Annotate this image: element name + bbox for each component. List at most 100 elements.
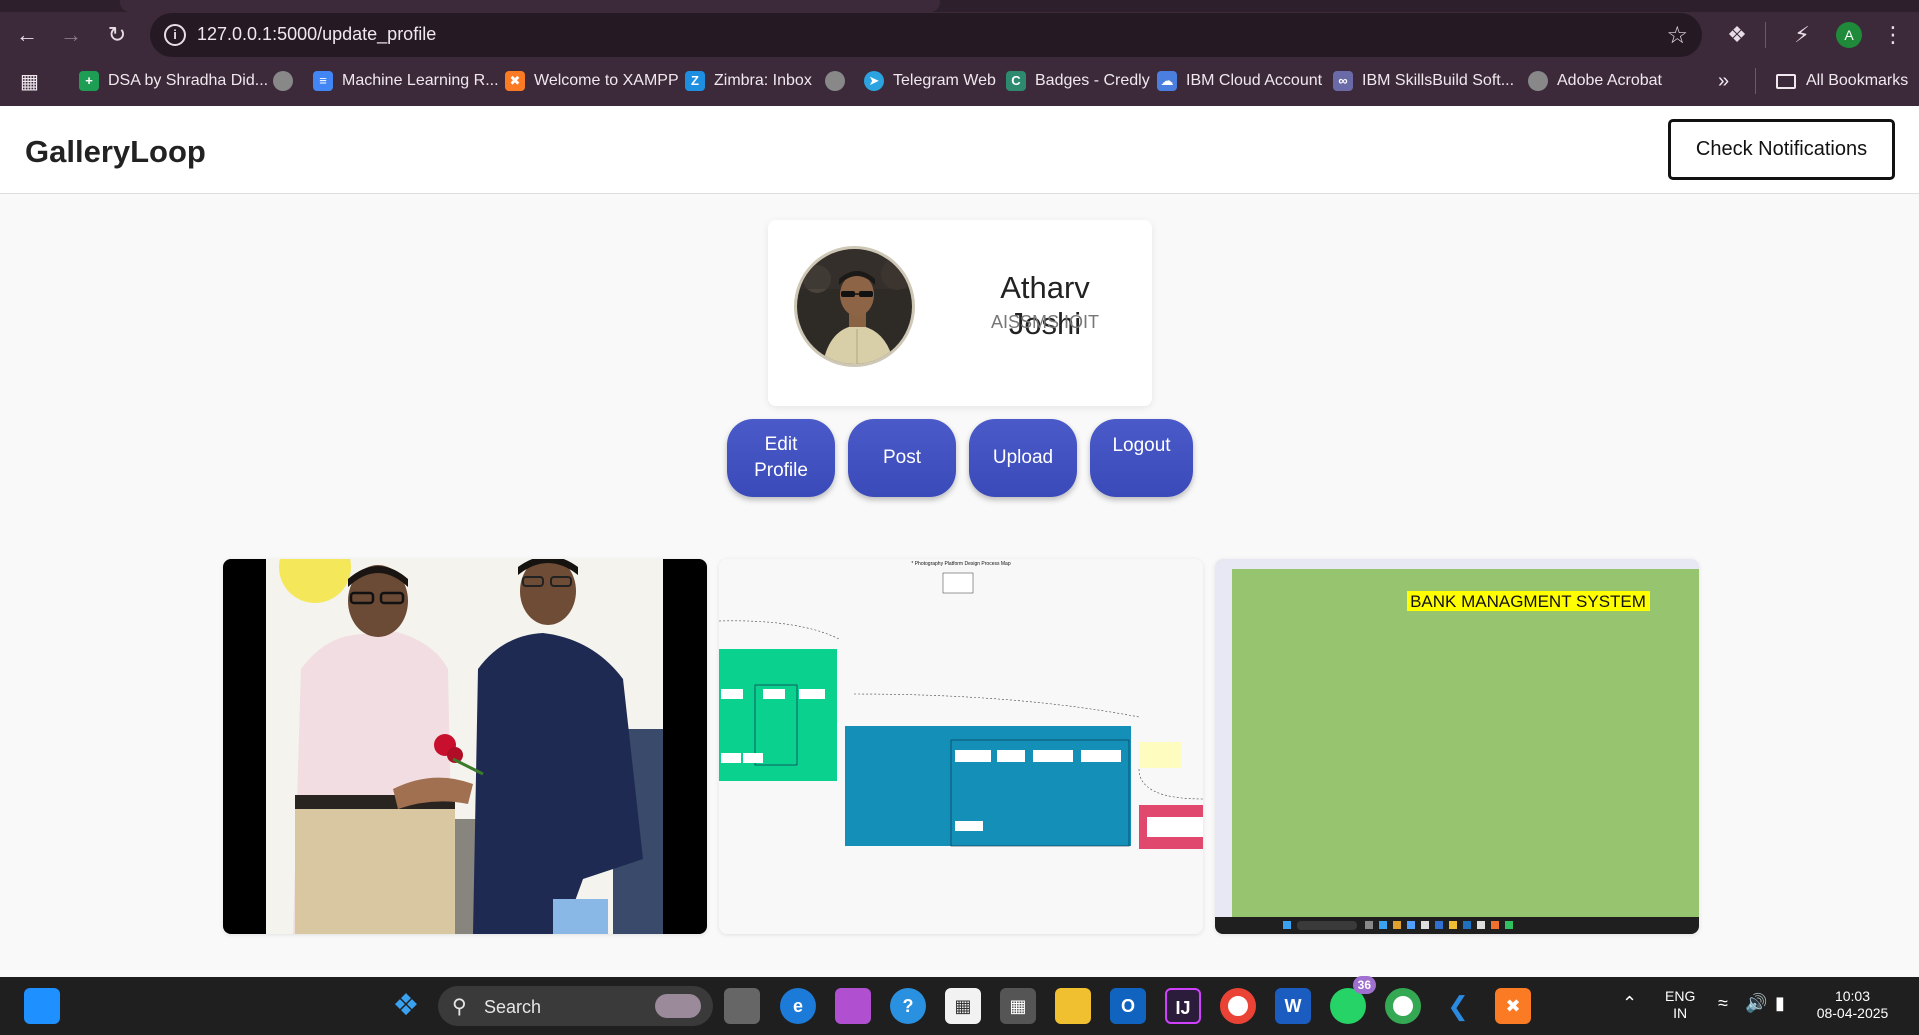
show-hidden-icons-icon[interactable]: ⌃ bbox=[1622, 994, 1637, 1012]
screenshot-title: BANK MANAGMENT SYSTEM bbox=[1410, 592, 1646, 611]
gallery-diagram-image: * Photography Platform Design Process Ma… bbox=[719, 559, 1203, 934]
search-icon: ⚲ bbox=[452, 996, 467, 1018]
get-help-icon[interactable]: ? bbox=[890, 988, 926, 1024]
xampp-icon: ✖ bbox=[505, 71, 525, 91]
profile-college: AISSMS IOIT bbox=[990, 312, 1100, 332]
post-button[interactable]: Post bbox=[848, 419, 956, 497]
gallery-photo-image bbox=[223, 559, 707, 934]
word-icon[interactable]: W bbox=[1275, 988, 1311, 1024]
back-icon[interactable]: ← bbox=[11, 19, 43, 51]
bookmark-label: Telegram Web bbox=[893, 72, 996, 89]
bookmark-item[interactable]: Adobe Acrobat bbox=[1528, 62, 1662, 100]
address-bar[interactable]: i 127.0.0.1:5000/update_profile ☆ bbox=[150, 13, 1702, 57]
clock[interactable]: 10:03 08-04-2025 bbox=[1810, 988, 1895, 1022]
extensions-icon[interactable]: ❖ bbox=[1720, 18, 1754, 52]
bookmark-item[interactable]: ➤ Telegram Web bbox=[864, 62, 996, 100]
widgets-icon[interactable] bbox=[24, 988, 60, 1024]
edit-profile-button[interactable]: Edit Profile bbox=[727, 419, 835, 497]
gallery-item-diagram[interactable]: * Photography Platform Design Process Ma… bbox=[719, 559, 1203, 934]
bookmark-item[interactable]: ☁ IBM Cloud Account bbox=[1157, 62, 1322, 100]
vscode-icon[interactable]: ❮ bbox=[1440, 988, 1476, 1024]
taskbar-search-box[interactable]: ⚲ Search bbox=[438, 986, 713, 1026]
chrome-icon[interactable] bbox=[1220, 988, 1256, 1024]
brand-logo[interactable]: GalleryLoop bbox=[25, 134, 206, 170]
app-header: GalleryLoop Check Notifications bbox=[0, 106, 1919, 194]
toolbar-divider bbox=[1765, 22, 1766, 48]
whatsapp-badge: 36 bbox=[1352, 976, 1376, 994]
menu-kebab-icon[interactable]: ⋮ bbox=[1876, 18, 1910, 52]
bookmark-item[interactable]: ✖ Welcome to XAMPP bbox=[505, 62, 679, 100]
bookmark-label: Welcome to XAMPP bbox=[534, 72, 679, 89]
clock-date: 08-04-2025 bbox=[1816, 1005, 1889, 1021]
bookmark-label: IBM Cloud Account bbox=[1186, 72, 1323, 89]
performance-icon[interactable]: ⚡ bbox=[1785, 18, 1819, 52]
language-indicator[interactable]: ENG IN bbox=[1665, 988, 1695, 1022]
intellij-icon[interactable]: IJ bbox=[1165, 988, 1201, 1024]
calculator-icon[interactable]: ▦ bbox=[1000, 988, 1036, 1024]
outlook-icon[interactable]: O bbox=[1110, 988, 1146, 1024]
forward-icon[interactable]: → bbox=[55, 19, 87, 51]
ibm-skillsbuild-icon: ∞ bbox=[1333, 71, 1353, 91]
ibm-cloud-icon: ☁ bbox=[1157, 71, 1177, 91]
globe-icon bbox=[825, 71, 845, 91]
browser-toolbar: ← → ↻ i 127.0.0.1:5000/update_profile ☆ … bbox=[0, 0, 1919, 106]
diagram-heading: * Photography Platform Design Process Ma… bbox=[911, 561, 1010, 567]
upload-button[interactable]: Upload bbox=[969, 419, 1077, 497]
edge-icon[interactable]: e bbox=[780, 988, 816, 1024]
profile-avatar[interactable]: A bbox=[1836, 22, 1862, 48]
region-code: IN bbox=[1673, 1005, 1688, 1021]
site-info-icon[interactable]: i bbox=[164, 24, 186, 46]
all-bookmarks[interactable]: All Bookmarks bbox=[1776, 62, 1908, 100]
bookmark-label: Machine Learning R... bbox=[342, 72, 499, 89]
zimbra-icon: Z bbox=[685, 71, 705, 91]
profile-card: Atharv Joshi AISSMS IOIT bbox=[768, 220, 1152, 406]
copilot-icon[interactable] bbox=[835, 988, 871, 1024]
task-view-icon[interactable] bbox=[724, 988, 760, 1024]
taskbar-search-label: Search bbox=[484, 997, 542, 1017]
bookmark-item[interactable]: ∞ IBM SkillsBuild Soft... bbox=[1333, 62, 1514, 100]
bookmark-item[interactable]: + DSA by Shradha Did... bbox=[79, 62, 268, 100]
active-tab[interactable] bbox=[120, 0, 940, 12]
battery-icon[interactable]: ▮ bbox=[1775, 994, 1785, 1012]
all-bookmarks-label: All Bookmarks bbox=[1806, 72, 1909, 89]
bookmark-item[interactable]: Z Zimbra: Inbox bbox=[685, 62, 812, 100]
volume-icon[interactable]: 🔊 bbox=[1745, 994, 1767, 1012]
windows-taskbar: ❖ ⚲ Search e ? ▦ ▦ O IJ W 36 ❮ ✖ ⌃ ENG I… bbox=[0, 976, 1919, 1035]
credly-icon: C bbox=[1006, 71, 1026, 91]
google-docs-icon: ≡ bbox=[313, 71, 333, 91]
bookmark-label: Adobe Acrobat bbox=[1557, 72, 1662, 89]
bookmarks-divider bbox=[1755, 68, 1756, 94]
bookmark-item[interactable]: ≡ Machine Learning R... bbox=[313, 62, 499, 100]
gallery-screenshot-image: BANK MANAGMENT SYSTEM bbox=[1215, 559, 1699, 934]
file-explorer-icon[interactable] bbox=[1055, 988, 1091, 1024]
globe-icon bbox=[1528, 71, 1548, 91]
profile-picture bbox=[794, 246, 915, 367]
clock-time: 10:03 bbox=[1834, 988, 1871, 1004]
apps-grid-icon[interactable]: ▦ bbox=[20, 62, 39, 100]
chrome-profile-icon[interactable] bbox=[1385, 988, 1421, 1024]
xampp-taskbar-icon[interactable]: ✖ bbox=[1495, 988, 1531, 1024]
logout-button[interactable]: Logout bbox=[1090, 419, 1193, 497]
url-text[interactable]: 127.0.0.1:5000/update_profile bbox=[197, 24, 436, 45]
whatsapp-icon[interactable]: 36 bbox=[1330, 976, 1376, 1024]
bookmark-item[interactable] bbox=[273, 62, 302, 100]
bookmarks-bar: ▦ + DSA by Shradha Did... ≡ Machine Lear… bbox=[0, 62, 1919, 100]
microsoft-store-icon[interactable]: ▦ bbox=[945, 988, 981, 1024]
gallery-item-screenshot[interactable]: BANK MANAGMENT SYSTEM bbox=[1215, 559, 1699, 934]
bookmark-label: IBM SkillsBuild Soft... bbox=[1362, 72, 1515, 89]
bookmarks-overflow-icon[interactable]: » bbox=[1718, 62, 1729, 100]
bookmark-item[interactable]: C Badges - Credly bbox=[1006, 62, 1150, 100]
telegram-icon: ➤ bbox=[864, 71, 884, 91]
search-highlight-icon bbox=[655, 994, 701, 1018]
bookmark-star-icon[interactable]: ☆ bbox=[1666, 21, 1688, 50]
check-notifications-button[interactable]: Check Notifications bbox=[1668, 119, 1895, 180]
bookmark-label: Badges - Credly bbox=[1035, 72, 1150, 89]
start-windows-icon[interactable]: ❖ bbox=[388, 988, 424, 1024]
gallery-item-photo[interactable] bbox=[223, 559, 707, 934]
google-sheets-icon: + bbox=[79, 71, 99, 91]
reload-icon[interactable]: ↻ bbox=[101, 19, 133, 51]
wifi-icon[interactable]: ≈ bbox=[1718, 994, 1728, 1012]
bookmark-label: Zimbra: Inbox bbox=[714, 72, 812, 89]
bookmark-item[interactable] bbox=[825, 62, 854, 100]
globe-icon bbox=[273, 71, 293, 91]
